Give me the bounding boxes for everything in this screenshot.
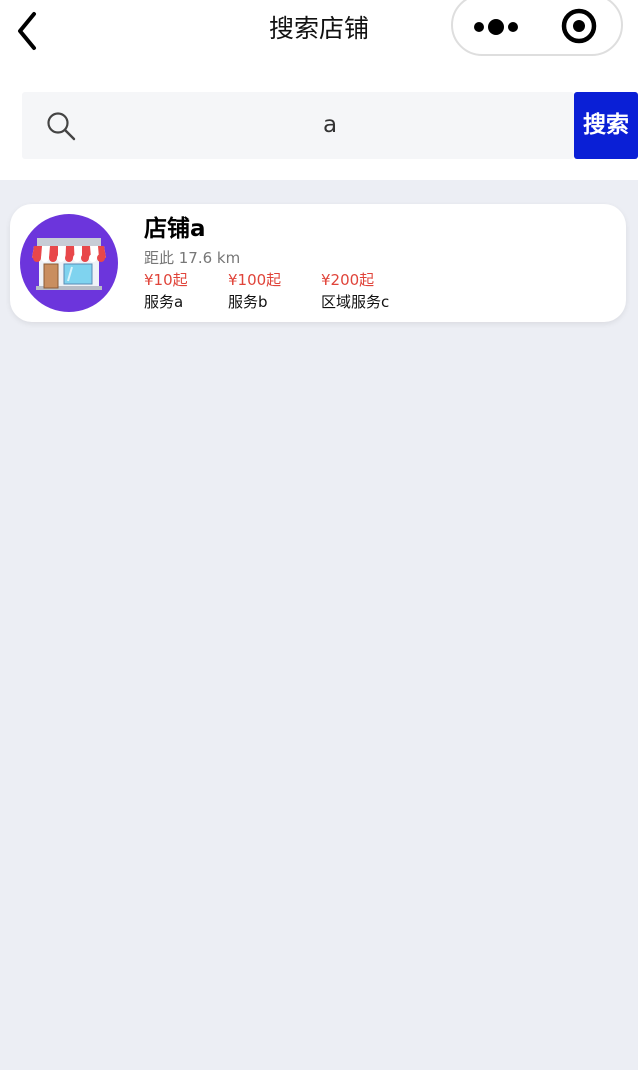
service-name: 服务a <box>144 293 184 311</box>
service-name: 服务b <box>228 293 268 311</box>
service-price: ¥100起 <box>228 271 282 289</box>
more-dots-icon <box>474 19 518 35</box>
service-price: ¥10起 <box>144 271 188 289</box>
close-button[interactable] <box>559 6 599 46</box>
service-price: ¥200起 <box>321 271 375 289</box>
nav-bar: 搜索店铺 <box>0 0 638 60</box>
search-input[interactable] <box>92 100 568 150</box>
store-card[interactable]: 店铺a 距此 17.6 km ¥10起 ¥100起 ¥200起 服务a 服务b … <box>10 204 626 322</box>
search-icon <box>47 112 76 141</box>
mini-program-capsule <box>451 0 623 56</box>
store-distance: 距此 17.6 km <box>144 249 241 267</box>
search-box <box>22 92 574 159</box>
header: 搜索店铺 搜索 <box>0 0 638 180</box>
store-icon <box>32 238 106 290</box>
store-avatar <box>20 214 118 312</box>
close-target-icon <box>561 8 597 44</box>
search-button[interactable]: 搜索 <box>574 92 638 159</box>
service-name: 区域服务c <box>321 293 390 311</box>
more-button[interactable] <box>471 10 521 44</box>
store-name: 店铺a <box>144 216 206 242</box>
